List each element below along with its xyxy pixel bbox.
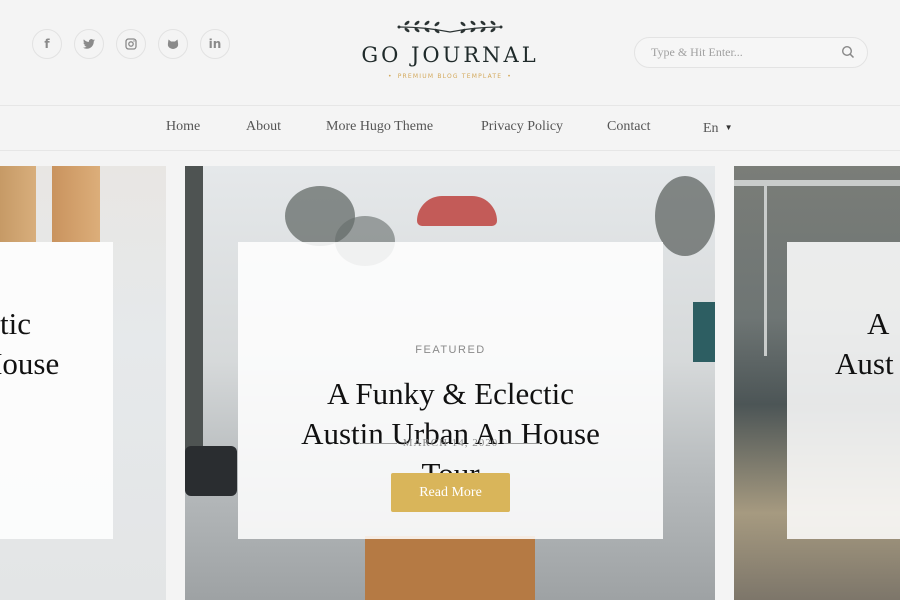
twitter-icon[interactable]: [74, 29, 104, 59]
photo-palm-trunk: [185, 166, 203, 456]
read-more-button[interactable]: Read More: [391, 473, 510, 512]
photo-car: [185, 446, 237, 496]
post-date-row: MARCH 14, 2020: [238, 437, 663, 449]
slide-next-title-line1: A: [867, 306, 890, 341]
featured-overlay: FEATURED A Funky & Eclectic Austin Urban…: [238, 242, 663, 539]
slide-previous-overlay: ctic House: [0, 242, 113, 539]
logo-title: GO JOURNAL: [361, 43, 539, 67]
language-selector[interactable]: En ▼: [703, 121, 732, 137]
facebook-icon[interactable]: f: [32, 29, 62, 59]
photo-legs-right: [52, 166, 100, 242]
twitter-bird-glyph: [83, 39, 95, 49]
photo-red-cap: [417, 196, 497, 226]
slide-previous[interactable]: ctic House: [0, 166, 166, 600]
laurel-icon: [397, 20, 503, 34]
nav-item-privacy-policy[interactable]: Privacy Policy: [481, 119, 563, 135]
slide-previous-title-line2: House: [0, 346, 60, 381]
logo-subtitle: • PREMIUM BLOG TEMPLATE •: [387, 73, 513, 80]
nav-item-more-hugo-theme[interactable]: More Hugo Theme: [326, 119, 433, 135]
photo-legs-left: [0, 166, 36, 242]
category-label[interactable]: FEATURED: [238, 344, 663, 356]
slide-next-overlay: A Aust: [787, 242, 900, 539]
photo-palm-right: [655, 176, 715, 256]
linkedin-icon[interactable]: in: [200, 29, 230, 59]
nav-item-contact[interactable]: Contact: [607, 119, 651, 135]
instagram-glyph: [125, 38, 137, 50]
photo-railing-bar: [764, 186, 767, 356]
slide-next-title-line2: Aust: [835, 346, 894, 381]
divider-line: [360, 442, 397, 444]
main-nav: Home About More Hugo Theme Privacy Polic…: [0, 105, 900, 151]
photo-pants: [365, 536, 535, 600]
instagram-icon[interactable]: [116, 29, 146, 59]
caret-down-icon: ▼: [724, 123, 733, 132]
site-header: f in GO JOURNAL • PREMIUM BLOG TEMPLATE •: [0, 0, 900, 105]
slide-previous-title: ctic: [0, 306, 31, 341]
divider-line: [504, 442, 541, 444]
post-date: MARCH 14, 2020: [402, 437, 499, 449]
featured-slide: FEATURED A Funky & Eclectic Austin Urban…: [185, 166, 715, 600]
site-logo[interactable]: GO JOURNAL • PREMIUM BLOG TEMPLATE •: [360, 18, 540, 80]
github-icon[interactable]: [158, 29, 188, 59]
slide-next[interactable]: A Aust: [734, 166, 900, 600]
github-cat-glyph: [167, 39, 179, 49]
nav-item-home[interactable]: Home: [166, 119, 200, 135]
search-box[interactable]: [634, 37, 868, 68]
nav-item-about[interactable]: About: [246, 119, 281, 135]
search-input[interactable]: [649, 44, 833, 61]
search-icon[interactable]: [841, 45, 855, 59]
photo-street-sign: [693, 302, 715, 362]
photo-railing: [734, 180, 900, 186]
